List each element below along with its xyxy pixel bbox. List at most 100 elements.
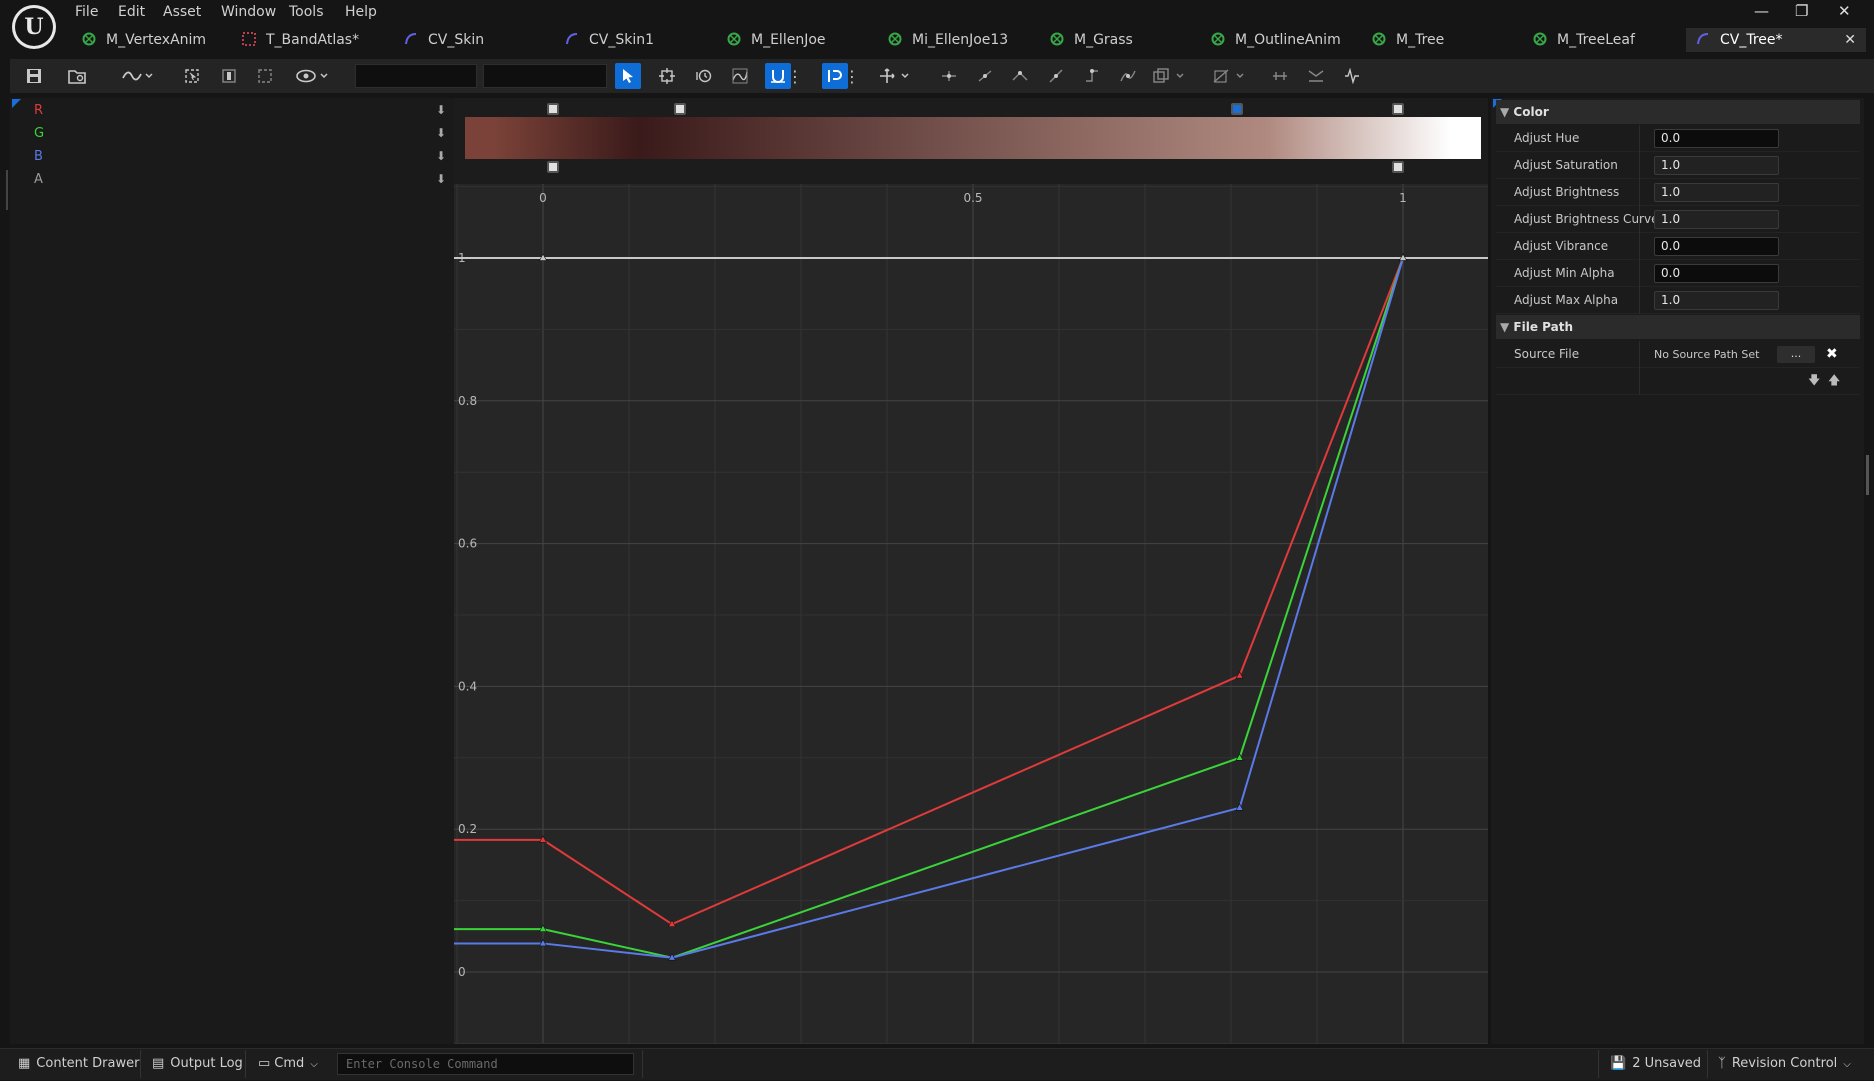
distribute-keys-icon[interactable] — [1267, 63, 1293, 89]
minimize-icon[interactable]: — — [1754, 2, 1769, 20]
gradient-color-stop-handle[interactable] — [1231, 103, 1244, 115]
curve-view-mode-icon[interactable] — [118, 63, 158, 89]
gradient-alpha-stop-handle[interactable] — [547, 161, 559, 173]
frame-horizontal-icon[interactable] — [216, 63, 242, 89]
adjust-hue-input[interactable]: 0.0 — [1654, 129, 1779, 148]
frame-selection-icon[interactable] — [179, 63, 205, 89]
view-options-eye-icon[interactable] — [294, 63, 332, 89]
cmd-dropdown[interactable]: ▭ Cmd ⌵ — [258, 1048, 318, 1080]
unsaved-button[interactable]: 💾 2 Unsaved — [1610, 1048, 1701, 1080]
x-tick-label: 1 — [1399, 191, 1407, 205]
prop-adjust-brightness-curve: Adjust Brightness Curve 1.0 — [1496, 206, 1860, 233]
straighten-tangents-icon[interactable] — [972, 63, 998, 89]
tab-t-bandatlas[interactable]: T_BandAtlas* — [242, 28, 359, 52]
left-splitter-handle[interactable] — [6, 170, 8, 210]
tab-cv-skin1[interactable]: CV_Skin1 — [565, 28, 654, 52]
pin-icon[interactable]: ⬇ — [436, 149, 446, 163]
menu-window[interactable]: Window — [221, 2, 276, 22]
adjust-brightness-input[interactable]: 1.0 — [1654, 183, 1779, 202]
pin-icon[interactable]: ⬇ — [436, 103, 446, 117]
tab-m-treeleaf[interactable]: M_TreeLeaf — [1533, 28, 1635, 52]
select-tool-icon[interactable] — [615, 63, 641, 89]
adjust-max-alpha-input[interactable]: 1.0 — [1654, 291, 1779, 310]
tab-m-tree[interactable]: M_Tree — [1372, 28, 1444, 52]
browse-source-button[interactable]: ... — [1777, 346, 1815, 363]
content-drawer-button[interactable]: ▦ Content Drawer — [18, 1048, 139, 1080]
right-scroll-handle[interactable] — [1866, 455, 1869, 495]
console-command-input[interactable]: Enter Console Command — [337, 1053, 634, 1075]
curve-chart[interactable]: 0 0.5 100.20.40.60.81 — [454, 184, 1488, 1044]
gradient-color-stop-handle[interactable] — [547, 103, 559, 115]
adjust-brightness-curve-input[interactable]: 1.0 — [1654, 210, 1779, 229]
frame-vertical-icon[interactable] — [252, 63, 278, 89]
cubic-interp-icon[interactable] — [1115, 63, 1141, 89]
curve-icon — [1696, 30, 1710, 45]
restore-icon[interactable]: ❐ — [1795, 2, 1808, 20]
pin-icon[interactable]: ⬇ — [436, 126, 446, 140]
curve-filters-icon[interactable] — [1150, 63, 1192, 89]
unreal-logo[interactable]: U — [12, 5, 56, 49]
prop-adjust-hue: Adjust Hue 0.0 — [1496, 125, 1860, 152]
menu-edit[interactable]: Edit — [118, 2, 145, 22]
prop-adjust-brightness: Adjust Brightness 1.0 — [1496, 179, 1860, 206]
axis-snapping-icon[interactable] — [875, 63, 917, 89]
channel-g-label: G — [34, 126, 45, 141]
texture-icon — [242, 30, 256, 46]
gradient-color-stop-handle[interactable] — [1392, 103, 1404, 115]
browse-asset-icon[interactable] — [64, 63, 90, 89]
linear-interp-icon[interactable] — [1043, 63, 1069, 89]
tab-m-outlineanim[interactable]: M_OutlineAnim — [1211, 28, 1341, 52]
prop-adjust-saturation: Adjust Saturation 1.0 — [1496, 152, 1860, 179]
menu-help[interactable]: Help — [345, 2, 377, 22]
arrow-up-icon[interactable]: 🡅 — [1828, 371, 1840, 392]
section-file-path[interactable]: ▼ File Path — [1496, 315, 1860, 339]
gradient-alpha-stop-handle[interactable] — [1392, 161, 1404, 173]
clear-source-icon[interactable]: ✖ — [1826, 341, 1838, 368]
channel-a[interactable]: A — [34, 172, 43, 187]
channel-r[interactable]: R — [34, 103, 43, 118]
constant-interp-icon[interactable] — [1079, 63, 1105, 89]
section-color[interactable]: ▼ Color — [1496, 100, 1860, 124]
key-point — [1235, 671, 1244, 679]
transform-tool-icon[interactable] — [654, 63, 680, 89]
menu-file[interactable]: File — [75, 2, 98, 22]
adjust-vibrance-input[interactable]: 0.0 — [1654, 237, 1779, 256]
tangent-visibility-icon[interactable] — [1210, 63, 1252, 89]
key-point — [1235, 753, 1244, 761]
material-icon — [1211, 30, 1225, 46]
adjust-saturation-input[interactable]: 1.0 — [1654, 156, 1779, 175]
adjust-min-alpha-input[interactable]: 0.0 — [1654, 264, 1779, 283]
multiscale-tool-icon[interactable] — [727, 63, 753, 89]
curve-editor-filter-icon[interactable] — [1339, 63, 1365, 89]
prop-source-file: Source File No Source Path Set ... ✖ — [1496, 341, 1860, 368]
menu-asset[interactable]: Asset — [163, 2, 201, 22]
snap-value-options-icon[interactable]: ⋮ — [844, 63, 860, 89]
y-tick-label: 0 — [458, 965, 466, 979]
tab-m-grass[interactable]: M_Grass — [1050, 28, 1133, 52]
tab-cv-skin[interactable]: CV_Skin — [404, 28, 484, 52]
key-value-input[interactable] — [483, 64, 607, 88]
auto-tangent-icon[interactable] — [1007, 63, 1033, 89]
close-tab-icon[interactable]: ✕ — [1844, 28, 1856, 52]
tab-m-vertexanim[interactable]: M_VertexAnim — [82, 28, 206, 52]
flatten-tangents-icon[interactable] — [936, 63, 962, 89]
tab-cv-tree[interactable]: CV_Tree* ✕ — [1686, 28, 1866, 52]
output-log-button[interactable]: ▤ Output Log — [152, 1048, 243, 1080]
close-window-icon[interactable]: ✕ — [1838, 2, 1851, 20]
arrow-down-icon[interactable]: 🡇 — [1808, 371, 1820, 392]
gradient-color-stop-handle[interactable] — [673, 103, 686, 115]
tab-mi-ellenjoe13[interactable]: Mi_EllenJoe13 — [888, 28, 1008, 52]
break-tangents-icon[interactable] — [1303, 63, 1329, 89]
color-gradient-preview[interactable] — [465, 117, 1481, 159]
tab-m-ellenjoe[interactable]: M_EllenJoe — [727, 28, 826, 52]
retime-tool-icon[interactable] — [691, 63, 717, 89]
x-tick-label: 0.5 — [963, 191, 982, 205]
revision-control-button[interactable]: ᛉ Revision Control ⌵ — [1718, 1048, 1851, 1080]
channel-b[interactable]: B — [34, 149, 43, 164]
snap-options-icon[interactable]: ⋮ — [787, 63, 803, 89]
save-icon[interactable] — [21, 63, 47, 89]
key-time-input[interactable] — [355, 64, 477, 88]
pin-icon[interactable]: ⬇ — [436, 172, 446, 186]
channel-g[interactable]: G — [34, 126, 44, 141]
menu-tools[interactable]: Tools — [289, 2, 324, 22]
